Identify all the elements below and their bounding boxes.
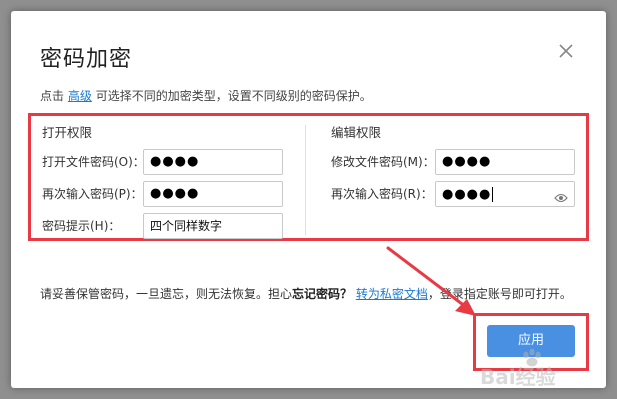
section-divider [305, 125, 306, 235]
encrypt-dialog: 密码加密 点击 高级 可选择不同的加密类型，设置不同级别的密码保护。 打开权限 … [11, 11, 606, 389]
hint-suffix: 可选择不同的加密类型，设置不同级别的密码保护。 [95, 89, 372, 103]
advanced-link[interactable]: 高级 [68, 89, 92, 103]
open-password-label: 打开文件密码(O)： [42, 155, 145, 169]
password-hint-input[interactable]: 四个同样数字 [143, 213, 283, 239]
edit-confirm-value: ●●●● [442, 187, 492, 202]
text-cursor [492, 187, 494, 202]
open-confirm-label: 再次输入密码(P)： [42, 187, 143, 201]
eye-icon[interactable] [554, 188, 568, 203]
edit-permission-title: 编辑权限 [331, 125, 382, 140]
open-confirm-input[interactable]: ●●●● [143, 181, 283, 207]
edit-password-label: 修改文件密码(M)： [331, 155, 435, 169]
close-button[interactable] [554, 39, 578, 63]
edit-confirm-input[interactable]: ●●●● [435, 181, 575, 207]
hint-prefix: 点击 [40, 89, 65, 103]
dialog-title: 密码加密 [40, 47, 133, 72]
private-doc-link[interactable]: 转为私密文档 [356, 287, 428, 301]
apply-button[interactable]: 应用 [487, 325, 575, 357]
password-hint-label: 密码提示(H)： [42, 219, 121, 233]
warning-tail: ，登录指定账号即可打开。 [427, 287, 572, 301]
edit-password-input[interactable]: ●●●● [435, 149, 575, 175]
close-icon [559, 44, 573, 58]
open-password-input[interactable]: ●●●● [143, 149, 283, 175]
open-permission-title: 打开权限 [42, 125, 93, 140]
warning-plain: 请妥善保管密码，一旦遗忘，则无法恢复。担心 [40, 287, 293, 301]
edit-confirm-label: 再次输入密码(R)： [331, 187, 433, 201]
hint-text: 点击 高级 可选择不同的加密类型，设置不同级别的密码保护。 [40, 87, 372, 104]
warning-bold: 忘记密码？ [292, 287, 353, 301]
warning-text: 请妥善保管密码，一旦遗忘，则无法恢复。担心忘记密码？ 转为私密文档，登录指定账号… [40, 285, 572, 302]
